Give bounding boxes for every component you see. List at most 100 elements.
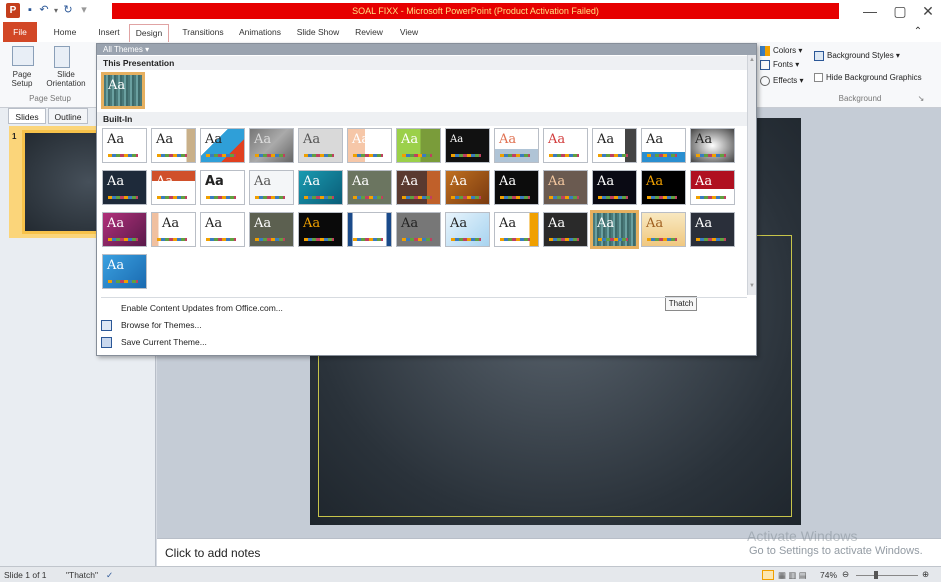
theme-median[interactable]: Aa — [543, 170, 588, 205]
theme-color-swatch — [255, 154, 285, 157]
colors-button[interactable]: Colors ▾ — [760, 45, 802, 57]
theme-technic[interactable]: Aa — [494, 212, 539, 247]
minimize-button[interactable]: — — [858, 1, 882, 21]
tab-transitions[interactable]: Transitions — [178, 24, 228, 42]
theme-color-swatch — [402, 238, 432, 241]
normal-view-icon[interactable] — [762, 570, 774, 580]
theme-module[interactable]: Aa — [641, 170, 686, 205]
theme-preview-text: Aa — [254, 174, 272, 189]
page-setup-icon[interactable] — [12, 46, 34, 66]
theme-waveform[interactable]: Aa — [102, 254, 147, 289]
tab-view[interactable]: View — [396, 24, 422, 42]
themes-gallery-header[interactable]: All Themes ▾ — [97, 44, 756, 55]
collapse-ribbon-icon[interactable]: ⌃ — [912, 24, 924, 42]
theme-color-swatch — [108, 196, 138, 199]
redo-icon[interactable]: ↻ — [62, 3, 74, 18]
theme-angles[interactable]: Aa — [200, 128, 245, 163]
page-setup-button[interactable]: Page Setup — [2, 70, 42, 88]
gallery-scrollbar[interactable]: ▲ ▼ — [747, 55, 756, 295]
zoom-in-icon[interactable]: ⊕ — [922, 569, 929, 580]
zoom-level[interactable]: 74% — [820, 570, 837, 580]
theme-flow[interactable]: Aa — [298, 170, 343, 205]
theme-foundry[interactable]: Aa — [347, 170, 392, 205]
tab-review[interactable]: Review — [352, 24, 386, 42]
save-current-theme-menu-item[interactable]: Save Current Theme... — [97, 334, 747, 351]
theme-apex[interactable]: Aa — [249, 128, 294, 163]
background-styles-label: Background Styles — [827, 51, 894, 60]
scroll-down-icon[interactable]: ▼ — [749, 283, 755, 289]
undo-icon[interactable]: ↶ — [38, 3, 50, 18]
theme-origin[interactable]: Aa — [200, 212, 245, 247]
theme-pushpin[interactable]: Aa — [347, 212, 392, 247]
zoom-slider-thumb[interactable] — [874, 571, 878, 579]
theme-composite[interactable]: Aa — [592, 128, 637, 163]
dialog-launcher-icon[interactable]: ↘ — [916, 94, 926, 103]
tab-file[interactable]: File — [3, 22, 37, 42]
theme-urban[interactable]: Aa — [641, 212, 686, 247]
theme-oriel[interactable]: Aa — [151, 212, 196, 247]
menu-divider — [101, 297, 747, 298]
theme-preview-text: Aa — [450, 216, 468, 231]
theme-hardcover[interactable]: Aa — [445, 170, 490, 205]
undo-dropdown-icon[interactable]: ▾ — [52, 3, 60, 18]
theme-elemental[interactable]: Aa — [102, 170, 147, 205]
close-button[interactable]: ✕ — [916, 1, 940, 21]
theme-solstice[interactable]: Aa — [445, 212, 490, 247]
tab-slide-show[interactable]: Slide Show — [294, 24, 342, 42]
theme-preview-text: Aa — [597, 216, 615, 231]
spellcheck-icon[interactable]: ✓ — [106, 570, 113, 581]
theme-verve[interactable]: Aa — [690, 212, 735, 247]
theme-opulent[interactable]: Aa — [102, 212, 147, 247]
theme-civic[interactable]: Aa — [494, 128, 539, 163]
browse-for-themes-menu-item[interactable]: Browse for Themes... — [97, 317, 747, 334]
theme-adjacency[interactable]: Aa — [151, 128, 196, 163]
theme-thatch[interactable]: Aa — [590, 210, 639, 249]
theme-trek[interactable]: Aa — [543, 212, 588, 247]
theme-apothecary[interactable]: Aa — [298, 128, 343, 163]
save-icon[interactable]: ▪ — [24, 3, 36, 18]
tab-slides[interactable]: Slides — [8, 108, 46, 124]
theme-metro[interactable]: Aa — [592, 170, 637, 205]
theme-perspective[interactable]: Aa — [298, 212, 343, 247]
slide-orientation-button[interactable]: Slide Orientation — [40, 70, 92, 88]
theme-grid[interactable]: Aa — [396, 170, 441, 205]
theme-concourse[interactable]: Aa — [641, 128, 686, 163]
tab-design[interactable]: Design — [129, 24, 169, 42]
theme-preview-text: Aa — [401, 132, 419, 147]
tab-insert[interactable]: Insert — [94, 24, 124, 42]
theme-equity[interactable]: Aa — [151, 170, 196, 205]
theme-current-thatch[interactable]: Aa — [101, 72, 145, 109]
background-styles-button[interactable]: Background Styles ▾ — [814, 50, 900, 62]
theme-color-swatch — [549, 154, 579, 157]
tab-home[interactable]: Home — [48, 24, 82, 42]
theme-clarity[interactable]: Aa — [543, 128, 588, 163]
tab-animations[interactable]: Animations — [236, 24, 284, 42]
slide-orientation-icon[interactable] — [54, 46, 70, 68]
theme-black-tie[interactable]: Aa — [445, 128, 490, 163]
tab-outline[interactable]: Outline — [48, 108, 88, 124]
theme-color-swatch — [157, 196, 187, 199]
enable-content-updates-menu-item[interactable]: Enable Content Updates from Office.com..… — [97, 300, 747, 317]
theme-color-swatch — [157, 238, 187, 241]
theme-aspect[interactable]: Aa — [347, 128, 392, 163]
theme-slipstream[interactable]: Aa — [396, 212, 441, 247]
theme-paper[interactable]: Aa — [249, 212, 294, 247]
view-buttons-icon[interactable]: ▦ ▥ ▤ — [778, 570, 807, 581]
restore-button[interactable]: ▢ — [888, 1, 912, 21]
theme-couture[interactable]: Aa — [690, 128, 735, 163]
effects-button[interactable]: Effects ▾ — [760, 75, 804, 87]
theme-essential[interactable]: Aa — [200, 170, 245, 205]
zoom-out-icon[interactable]: ⊖ — [842, 569, 849, 580]
theme-executive[interactable]: Aa — [249, 170, 294, 205]
theme-preview-text: Aa — [646, 174, 664, 189]
fonts-button[interactable]: Fonts ▾ — [760, 59, 799, 71]
zoom-slider[interactable] — [856, 575, 918, 576]
theme-austin[interactable]: Aa — [396, 128, 441, 163]
theme-horizon[interactable]: Aa — [494, 170, 539, 205]
hide-background-graphics-checkbox[interactable]: Hide Background Graphics — [814, 72, 922, 84]
theme-office[interactable]: Aa — [102, 128, 147, 163]
customize-qat-icon[interactable]: ▾ — [78, 3, 90, 18]
theme-newsprint[interactable]: Aa — [690, 170, 735, 205]
scroll-up-icon[interactable]: ▲ — [749, 57, 755, 63]
theme-color-swatch — [353, 154, 383, 157]
